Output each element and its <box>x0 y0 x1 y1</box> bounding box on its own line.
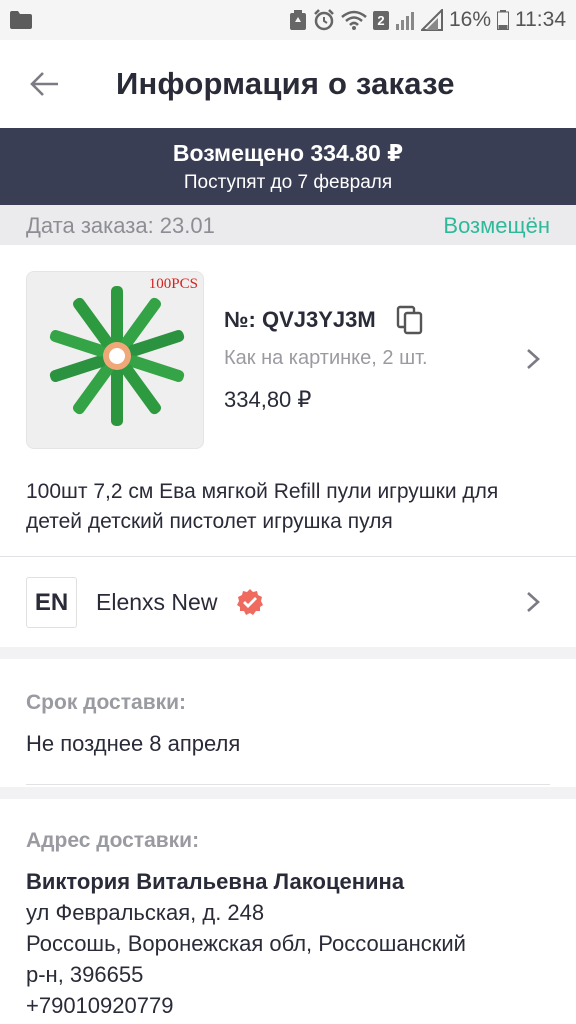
image-label: 100PCS <box>148 276 198 292</box>
status-bar: 2 16% 11:34 <box>0 0 576 40</box>
address-district: р-н, 396655 <box>26 962 144 987</box>
order-date: Дата заказа: 23.01 <box>26 213 215 238</box>
back-arrow-icon <box>30 72 58 96</box>
order-number: №: QVJ3YJ3M <box>224 307 376 332</box>
refund-amount: Возмещено 334.80 ₽ <box>172 140 404 166</box>
order-date-row: Дата заказа: 23.01 Возмещён <box>0 205 576 245</box>
address-label: Адрес доставки: <box>26 829 200 852</box>
product-price: 334,80 ₽ <box>224 387 312 412</box>
address-street: ул Февральская, д. 248 <box>26 900 265 925</box>
delivery-value: Не позднее 8 апреля <box>26 731 241 756</box>
battery-percent: 16% <box>448 8 491 31</box>
back-button[interactable] <box>20 64 70 104</box>
refund-banner: Возмещено 334.80 ₽ Поступят до 7 февраля <box>0 128 576 205</box>
battery-icon <box>497 10 509 30</box>
sim-badge: 2 <box>372 10 389 30</box>
divider <box>26 784 550 785</box>
delivery-label: Срок доставки: <box>26 691 187 714</box>
delivery-address-section: Адрес доставки: Виктория Витальевна Лако… <box>0 799 576 1024</box>
recipient-phone: +79010920779 <box>26 993 174 1018</box>
folder-icon <box>10 11 32 29</box>
chevron-right-icon[interactable] <box>524 590 542 614</box>
verified-badge-icon <box>237 589 263 615</box>
address-city: Россошь, Воронежская обл, Россошанский <box>26 931 466 956</box>
product-variant: Как на картинке, 2 шт. <box>224 347 428 369</box>
alarm-icon <box>314 9 334 31</box>
signal-icon-2 <box>420 9 443 31</box>
seller-row[interactable]: EN Elenxs New <box>0 557 576 647</box>
recycle-icon <box>289 10 306 30</box>
delivery-term-section: Срок доставки: Не позднее 8 апреля <box>0 659 576 787</box>
product-title[interactable]: 100шт 7,2 см Ева мягкой Refill пули игру… <box>26 477 546 537</box>
app-header: Информация о заказе <box>0 40 576 128</box>
chevron-right-icon[interactable] <box>524 347 542 371</box>
clock: 11:34 <box>515 8 566 31</box>
seller-logo: EN <box>26 577 77 628</box>
page-title: Информация о заказе <box>116 66 455 101</box>
product-image[interactable]: 100PCS <box>26 271 204 449</box>
wifi-icon <box>341 10 367 30</box>
seller-name: Elenxs New <box>96 589 218 615</box>
signal-icon <box>395 12 414 30</box>
copy-icon[interactable] <box>396 305 424 335</box>
recipient-name: Виктория Витальевна Лакоценина <box>26 869 405 894</box>
product-photo <box>27 272 203 448</box>
product-card: 100PCS №: QVJ3YJ3M Как на картинке, 2 шт… <box>0 245 576 557</box>
order-status: Возмещён <box>443 213 550 238</box>
refund-note: Поступят до 7 февраля <box>183 172 393 193</box>
